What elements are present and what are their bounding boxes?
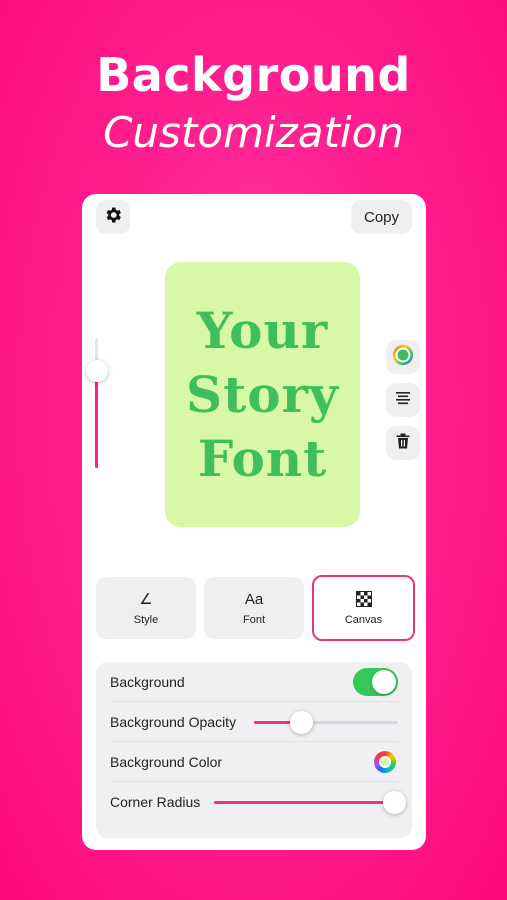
editor-tabs: ∠ Style Aa Font Canvas: [96, 575, 415, 641]
canvas-settings-panel: Background Background Opacity Background…: [96, 662, 412, 838]
pen-icon: ∠: [139, 591, 153, 608]
hero-subtitle: Customization: [103, 108, 404, 157]
background-toggle[interactable]: [353, 667, 398, 696]
color-label: Background Color: [110, 753, 223, 770]
tab-style-label: Style: [133, 614, 159, 626]
opacity-label: Background Opacity: [110, 713, 237, 730]
text-preview[interactable]: Your Story Font: [165, 262, 360, 527]
tab-font-label: Font: [242, 614, 265, 626]
corner-radius-slider-thumb[interactable]: [382, 791, 406, 814]
preview-line-2: Story: [186, 364, 339, 424]
font-icon: Aa: [244, 590, 264, 608]
checkerboard-icon: [355, 590, 372, 608]
opacity-slider[interactable]: [254, 711, 398, 734]
opacity-row: Background Opacity: [110, 702, 398, 742]
tab-style[interactable]: ∠ Style: [96, 577, 196, 639]
tab-font[interactable]: Aa Font: [204, 577, 304, 639]
corner-radius-slider[interactable]: [214, 791, 406, 814]
gear-icon: [103, 205, 123, 230]
color-row: Background Color: [110, 742, 398, 782]
slider-fill: [95, 370, 98, 468]
preview-line-1: Your: [196, 300, 329, 360]
settings-button[interactable]: [96, 200, 130, 234]
preview-line-3: Font: [197, 428, 328, 488]
background-label: Background: [110, 673, 185, 690]
color-button[interactable]: [386, 340, 420, 374]
selected-color-dot: [379, 755, 391, 768]
tab-canvas-label: Canvas: [344, 614, 383, 626]
background-color-picker[interactable]: [374, 750, 396, 773]
align-center-icon: [395, 391, 411, 410]
hero-title: Background: [96, 48, 411, 102]
color-wheel-icon: [392, 344, 414, 371]
slider-thumb[interactable]: [86, 360, 108, 382]
background-row: Background: [110, 662, 398, 702]
delete-button[interactable]: [386, 426, 420, 460]
corner-radius-row: Corner Radius: [110, 782, 406, 822]
copy-button[interactable]: Copy: [351, 200, 412, 234]
corner-radius-slider-fill: [214, 801, 394, 804]
toggle-knob: [372, 669, 396, 694]
text-size-slider[interactable]: [86, 338, 108, 468]
align-button[interactable]: [386, 383, 420, 417]
opacity-slider-thumb[interactable]: [290, 711, 314, 734]
tab-canvas[interactable]: Canvas: [312, 575, 415, 641]
side-toolbar: [386, 340, 420, 469]
corner-radius-label: Corner Radius: [110, 794, 201, 810]
editor-card: Copy Your Story Font ∠ Style Aa Font Can…: [82, 194, 426, 850]
trash-icon: [396, 433, 410, 454]
